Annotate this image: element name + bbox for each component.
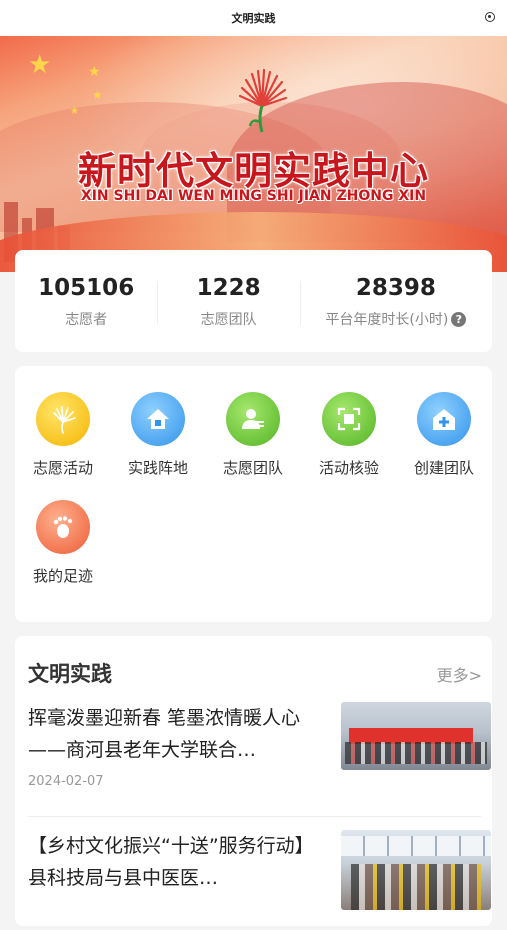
stats-card: 105106 志愿者 1228 志愿团队 28398 平台年度时长(小时)?: [15, 250, 492, 352]
banner-pinyin: XIN SHI DAI WEN MING SHI JIAN ZHONG XIN: [80, 188, 427, 204]
civilization-logo-icon: [238, 68, 288, 133]
stat-value: 1228: [196, 275, 261, 301]
menu-label: 活动核验: [318, 459, 379, 477]
news-thumbnail: [341, 830, 491, 910]
banner-title: 新时代文明实践中心: [77, 149, 429, 193]
menu-item-volunteer-team[interactable]: 志愿团队: [205, 392, 301, 478]
stat-label: 平台年度时长(小时): [325, 312, 449, 328]
divider: [28, 816, 481, 817]
menu-label: 创建团队: [413, 459, 474, 477]
news-item[interactable]: 【乡村文化振兴“十送”服务行动】县科技局与县中医医…: [28, 830, 491, 930]
menu-item-practice-base[interactable]: 实践阵地: [110, 392, 206, 478]
stat-value: 105106: [38, 275, 135, 301]
stat-label: 志愿者: [65, 312, 108, 328]
stat-label: 志愿团队: [200, 312, 257, 328]
footprint-icon: [36, 500, 90, 554]
stat-volunteers: 105106 志愿者: [15, 273, 157, 329]
news-thumbnail: [341, 702, 491, 770]
news-item[interactable]: 挥毫泼墨迎新春 笔墨浓情暖人心——商河县老年大学联合… 2024-02-07: [28, 702, 491, 802]
banner: ★ ★ ★ ★ 新时代文明实践中心 XIN SHI DAI WEN MING S…: [0, 36, 507, 272]
scan-icon: [322, 392, 376, 446]
menu-item-create-team[interactable]: 创建团队: [396, 392, 492, 478]
star-icon: ★: [88, 64, 101, 80]
news-title: 【乡村文化振兴“十送”服务行动】县科技局与县中医医…: [28, 835, 305, 889]
volunteer-activity-icon: [36, 392, 90, 446]
menu-label: 实践阵地: [127, 459, 188, 477]
home-icon: [131, 392, 185, 446]
record-icon[interactable]: [485, 12, 495, 22]
page-title: 文明实践: [231, 12, 276, 25]
help-icon[interactable]: ?: [451, 311, 467, 327]
menu-label: 志愿活动: [32, 459, 93, 477]
news-heading: 文明实践: [28, 662, 112, 686]
star-icon: ★: [92, 88, 103, 102]
stat-hours: 28398 平台年度时长(小时)?: [299, 273, 492, 329]
more-link[interactable]: 更多>: [437, 662, 482, 686]
menu-label: 志愿团队: [222, 459, 283, 477]
news-date: 2024-02-07: [28, 774, 104, 789]
create-team-icon: [417, 392, 471, 446]
menu-label: 我的足迹: [32, 567, 93, 585]
news-card: 文明实践 更多> 挥毫泼墨迎新春 笔墨浓情暖人心——商河县老年大学联合… 202…: [15, 636, 492, 926]
stat-value: 28398: [355, 275, 436, 301]
menu-item-volunteer-activity[interactable]: 志愿活动: [15, 392, 111, 478]
stat-teams: 1228 志愿团队: [157, 273, 299, 329]
menu-card: 志愿活动 实践阵地 志愿团队 活动核验 创建团队 我的足迹: [15, 366, 492, 622]
star-icon: ★: [28, 50, 52, 80]
top-bar: 文明实践: [0, 0, 507, 36]
news-title: 挥毫泼墨迎新春 笔墨浓情暖人心——商河县老年大学联合…: [28, 707, 301, 761]
team-icon: [226, 392, 280, 446]
menu-item-activity-verify[interactable]: 活动核验: [301, 392, 397, 478]
menu-item-my-footprint[interactable]: 我的足迹: [15, 500, 111, 586]
star-icon: ★: [70, 106, 79, 117]
